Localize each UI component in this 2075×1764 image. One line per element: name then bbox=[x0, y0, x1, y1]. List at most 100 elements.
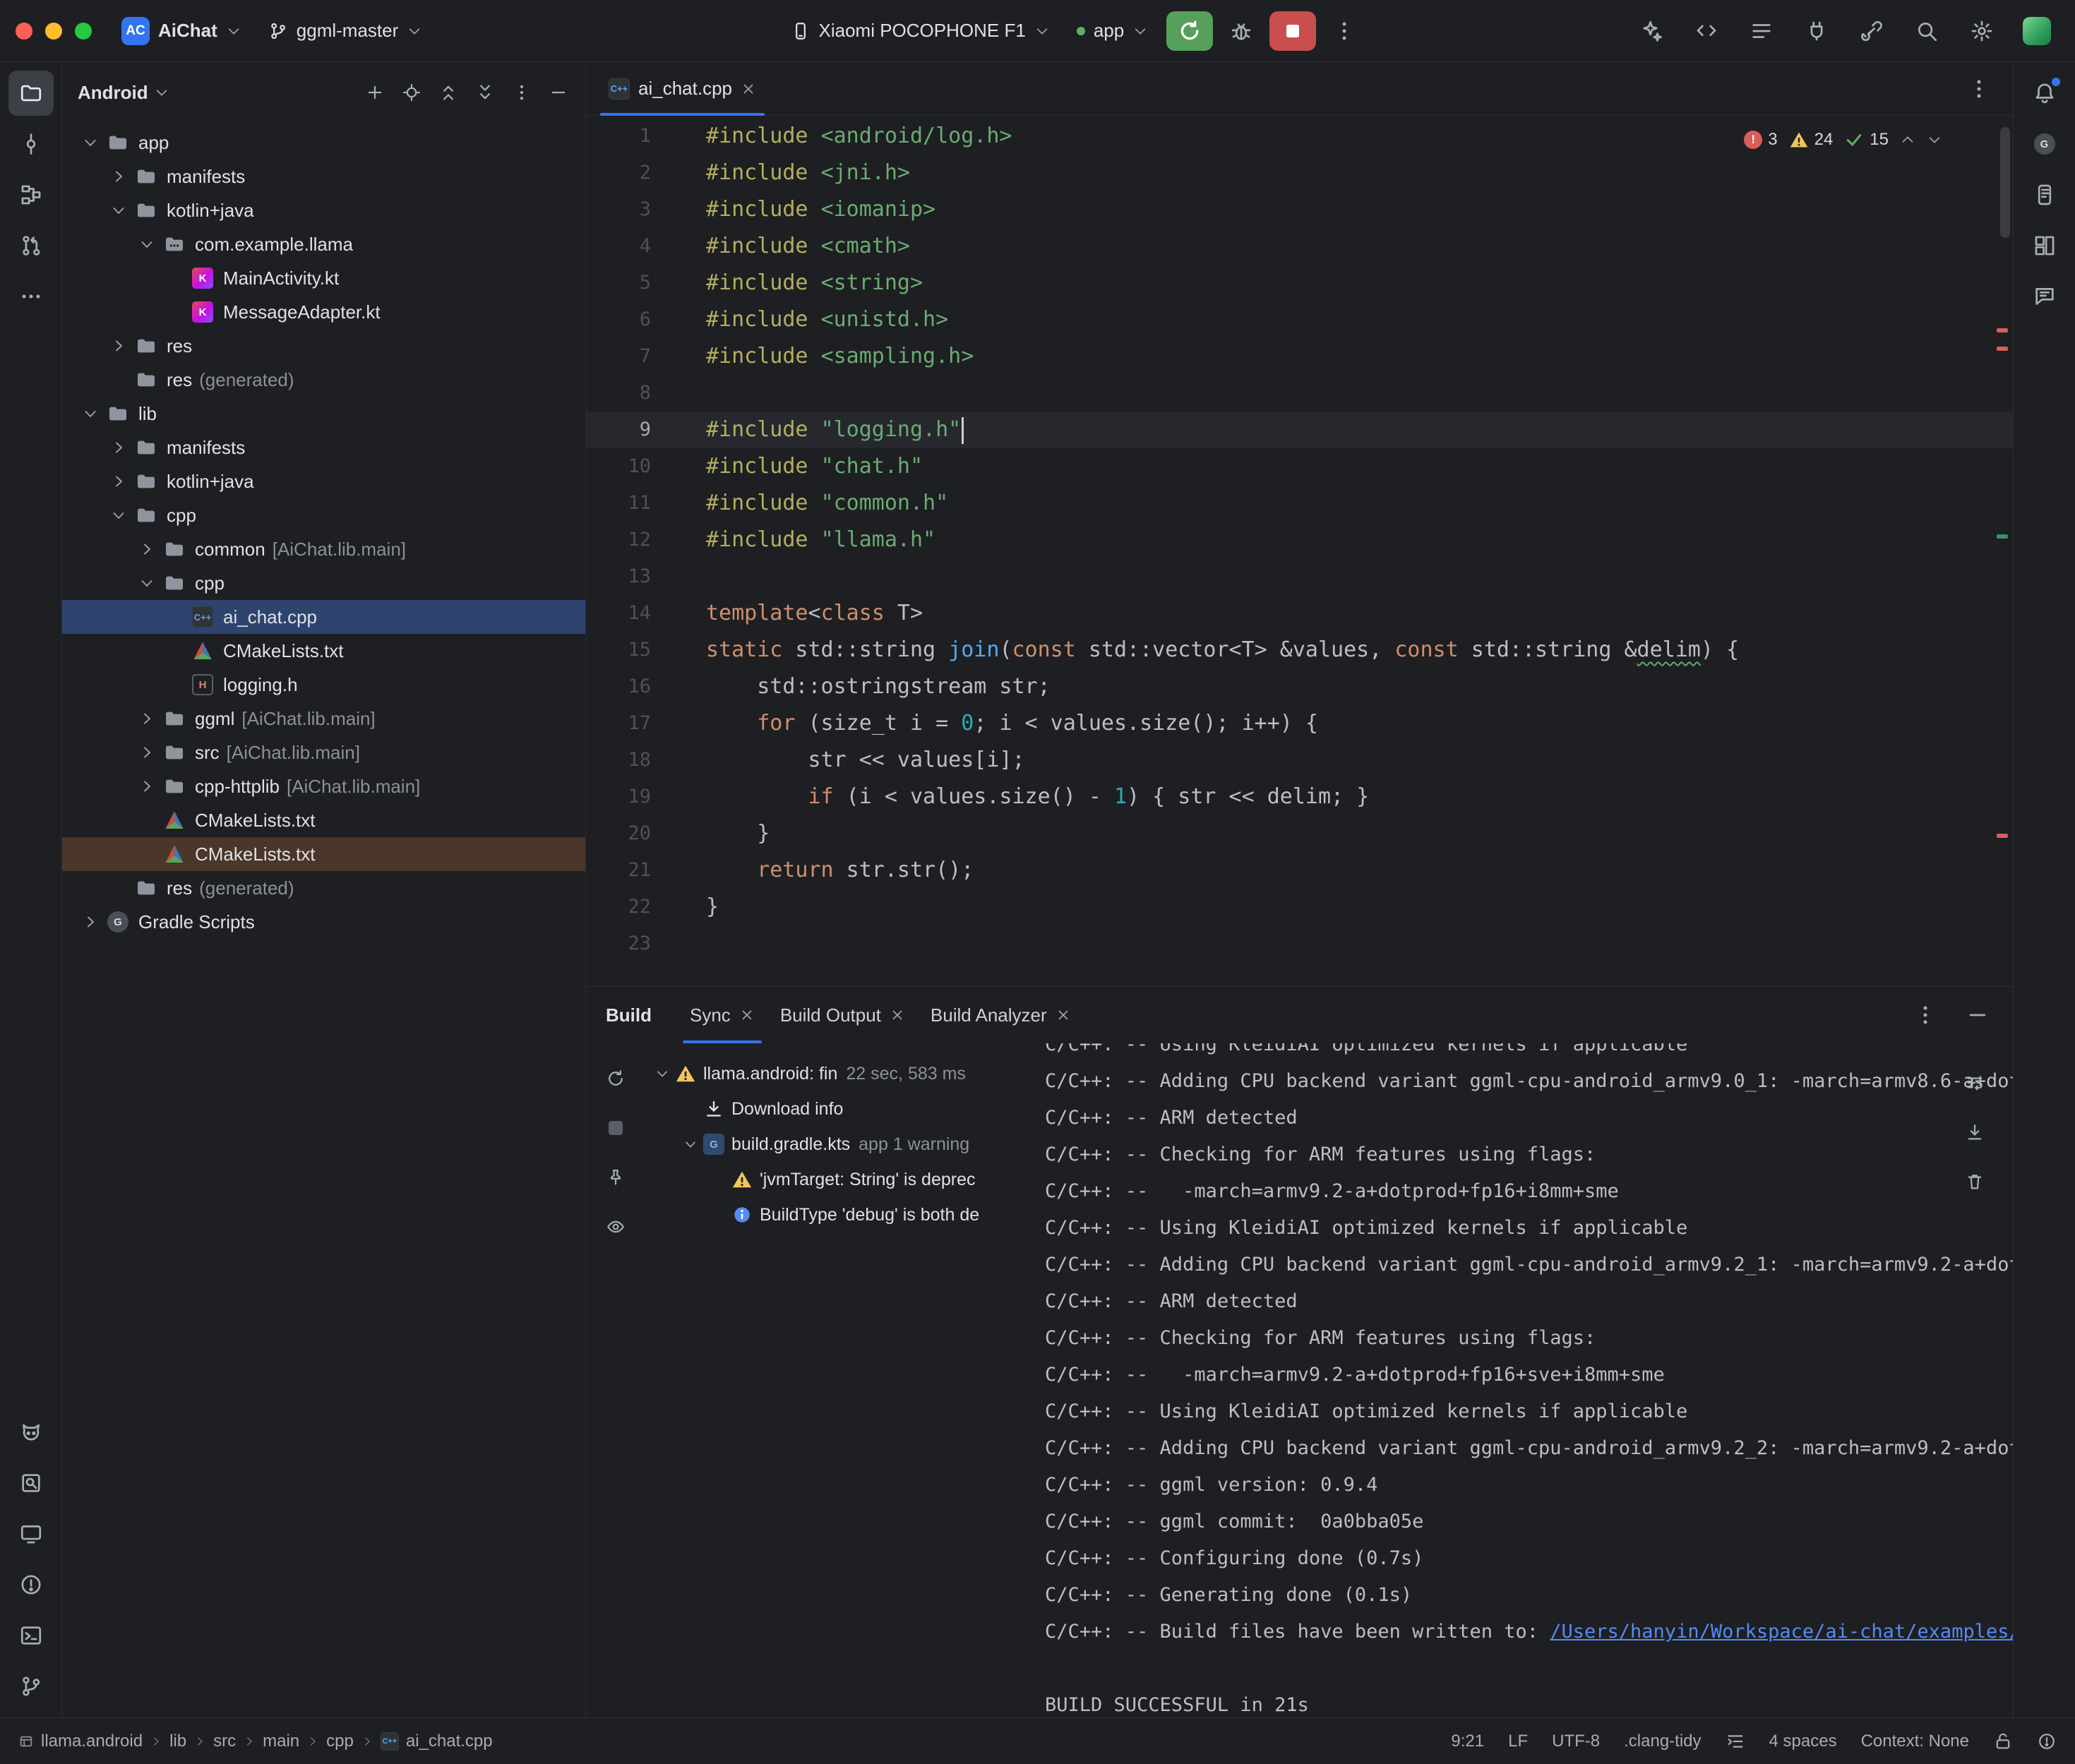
project-selector[interactable]: AC AiChat bbox=[113, 11, 250, 51]
problems-button[interactable] bbox=[8, 1562, 54, 1607]
branch-selector[interactable]: ggml-master bbox=[260, 14, 431, 47]
code-line-15[interactable]: 15static std::string join(const std::vec… bbox=[586, 632, 2013, 668]
notifications-button[interactable] bbox=[2022, 71, 2067, 116]
expand-all-button[interactable] bbox=[431, 76, 465, 109]
errors-indicator[interactable]: ! 3 bbox=[1744, 121, 1777, 158]
scroll-to-end-button[interactable] bbox=[1956, 1114, 1993, 1151]
tree-item-gradle-scripts[interactable]: GGradle Scripts bbox=[62, 905, 585, 939]
code-line-18[interactable]: 18 str << values[i]; bbox=[586, 742, 2013, 779]
project-view-selector[interactable]: Android bbox=[78, 82, 148, 104]
breadcrumb-item[interactable]: src bbox=[213, 1732, 236, 1751]
tree-item-cmakelists-txt[interactable]: CMakeLists.txt bbox=[62, 837, 585, 871]
close-icon[interactable] bbox=[741, 81, 756, 97]
soft-wrap-button[interactable] bbox=[1956, 1064, 1993, 1101]
code-line-9[interactable]: 9#include "logging.h" bbox=[586, 412, 2013, 448]
chevron-right-icon[interactable] bbox=[106, 435, 131, 460]
tree-item-app[interactable]: app bbox=[62, 126, 585, 160]
chevron-right-icon[interactable] bbox=[78, 909, 103, 935]
search-button[interactable] bbox=[1908, 13, 1945, 49]
gradle-button[interactable]: G bbox=[2022, 121, 2067, 167]
breadcrumb-item[interactable]: lib bbox=[169, 1732, 186, 1751]
ai-assistant-button[interactable] bbox=[1633, 13, 1670, 49]
build-window-title[interactable]: Build bbox=[606, 1004, 652, 1026]
chevron-down-icon[interactable] bbox=[78, 401, 103, 426]
code-line-20[interactable]: 20 } bbox=[586, 815, 2013, 852]
more-button[interactable] bbox=[8, 274, 54, 319]
build-output-link[interactable]: /Users/hanyin/Workspace/ai-chat/examples… bbox=[1550, 1621, 2013, 1643]
code-line-10[interactable]: 10#include "chat.h" bbox=[586, 448, 2013, 485]
inspections-widget[interactable]: ! 3 24 15 bbox=[1744, 121, 1942, 158]
code-line-8[interactable]: 8 bbox=[586, 375, 2013, 412]
code-line-5[interactable]: 5#include <string> bbox=[586, 265, 2013, 301]
tree-item-cmakelists-txt[interactable]: CMakeLists.txt bbox=[62, 803, 585, 837]
code-line-13[interactable]: 13 bbox=[586, 558, 2013, 595]
lock-open-button[interactable] bbox=[1993, 1732, 2013, 1751]
chevron-right-icon[interactable] bbox=[106, 333, 131, 359]
tree-item-res[interactable]: res(generated) bbox=[62, 871, 585, 905]
chevron-right-icon[interactable] bbox=[134, 536, 160, 562]
code-line-4[interactable]: 4#include <cmath> bbox=[586, 228, 2013, 265]
tree-item-manifests[interactable]: manifests bbox=[62, 160, 585, 193]
terminal-button[interactable] bbox=[8, 1613, 54, 1658]
breadcrumb-item[interactable]: ai_chat.cpp bbox=[406, 1732, 493, 1751]
code-line-19[interactable]: 19 if (i < values.size() - 1) { str << d… bbox=[586, 779, 2013, 815]
tree-item-res[interactable]: res bbox=[62, 329, 585, 363]
chevron-down-icon[interactable] bbox=[134, 570, 160, 596]
code-line-2[interactable]: 2#include <jni.h> bbox=[586, 155, 2013, 191]
status-widget[interactable]: 9:21 bbox=[1451, 1732, 1484, 1751]
inspections-status-button[interactable] bbox=[2037, 1732, 2057, 1751]
code-line-21[interactable]: 21 return str.str(); bbox=[586, 852, 2013, 889]
build-options-button[interactable] bbox=[1907, 997, 1944, 1033]
chevron-down-icon[interactable] bbox=[106, 503, 131, 528]
debug-button[interactable] bbox=[1223, 13, 1260, 49]
code-line-3[interactable]: 3#include <iomanip> bbox=[586, 191, 2013, 228]
app-insights-button[interactable] bbox=[2022, 274, 2067, 319]
pin-button[interactable] bbox=[597, 1159, 634, 1196]
tree-item-common[interactable]: common[AiChat.lib.main] bbox=[62, 532, 585, 566]
code-line-7[interactable]: 7#include <sampling.h> bbox=[586, 338, 2013, 375]
close-icon[interactable] bbox=[1056, 1007, 1071, 1023]
breadcrumb-item[interactable]: main bbox=[263, 1732, 299, 1751]
running-devices-button[interactable] bbox=[8, 1511, 54, 1556]
device-selector[interactable]: Xiaomi POCOPHONE F1 bbox=[782, 14, 1058, 47]
build-tab-build-analyzer[interactable]: Build Analyzer bbox=[918, 987, 1084, 1043]
code-line-6[interactable]: 6#include <unistd.h> bbox=[586, 301, 2013, 338]
status-widget[interactable]: Context: None bbox=[1861, 1732, 1969, 1751]
build-tab-sync[interactable]: Sync bbox=[677, 987, 767, 1043]
prev-issue-button[interactable] bbox=[1900, 132, 1915, 148]
editor-tab-options-button[interactable] bbox=[1961, 71, 1997, 107]
build-tab-build-output[interactable]: Build Output bbox=[767, 987, 918, 1043]
error-stripe-mark[interactable] bbox=[1997, 834, 2008, 838]
run-button[interactable] bbox=[1166, 11, 1213, 51]
commit-button[interactable] bbox=[8, 121, 54, 167]
chevron-right-icon[interactable] bbox=[106, 164, 131, 189]
indent-guides-button[interactable] bbox=[1726, 1732, 1745, 1751]
version-control-button[interactable] bbox=[8, 1664, 54, 1709]
change-stripe-mark[interactable] bbox=[1997, 534, 2008, 539]
build-console[interactable]: C/C++: -- Using KleidiAI optimized kerne… bbox=[1024, 1043, 2013, 1717]
more-run-actions-button[interactable] bbox=[1326, 13, 1363, 49]
passed-indicator[interactable]: 15 bbox=[1844, 121, 1889, 158]
kebab-button[interactable] bbox=[505, 76, 539, 109]
build-tree-item-llama-android-fin[interactable]: llama.android: fin22 sec, 583 ms bbox=[645, 1056, 1024, 1091]
breadcrumb-item[interactable]: cpp bbox=[326, 1732, 354, 1751]
tree-item-cpp[interactable]: cpp bbox=[62, 566, 585, 600]
tree-item-res[interactable]: res(generated) bbox=[62, 363, 585, 397]
editor-tab-ai-chat-cpp[interactable]: C++ ai_chat.cpp bbox=[594, 62, 770, 115]
stop-disabled-button[interactable] bbox=[597, 1110, 634, 1146]
chevron-down-icon[interactable] bbox=[78, 130, 103, 155]
chevron-right-icon[interactable] bbox=[134, 706, 160, 731]
status-widget[interactable]: .clang-tidy bbox=[1624, 1732, 1701, 1751]
tree-item-lib[interactable]: lib bbox=[62, 397, 585, 431]
window-close-button[interactable] bbox=[16, 23, 32, 40]
status-widget[interactable]: LF bbox=[1508, 1732, 1528, 1751]
tree-item-logging-h[interactable]: Hlogging.h bbox=[62, 668, 585, 702]
status-widget[interactable]: 4 spaces bbox=[1769, 1732, 1837, 1751]
build-tree-item-jvmtarget-string-is-deprec[interactable]: 'jvmTarget: String' is deprec bbox=[645, 1162, 1024, 1197]
window-minimize-button[interactable] bbox=[45, 23, 62, 40]
editor-scrollbar[interactable] bbox=[2000, 127, 2010, 238]
breadcrumb-item[interactable]: llama.android bbox=[41, 1732, 143, 1751]
plugins-button[interactable] bbox=[1798, 13, 1835, 49]
tree-item-ggml[interactable]: ggml[AiChat.lib.main] bbox=[62, 702, 585, 736]
app-inspection-button[interactable] bbox=[8, 1460, 54, 1506]
